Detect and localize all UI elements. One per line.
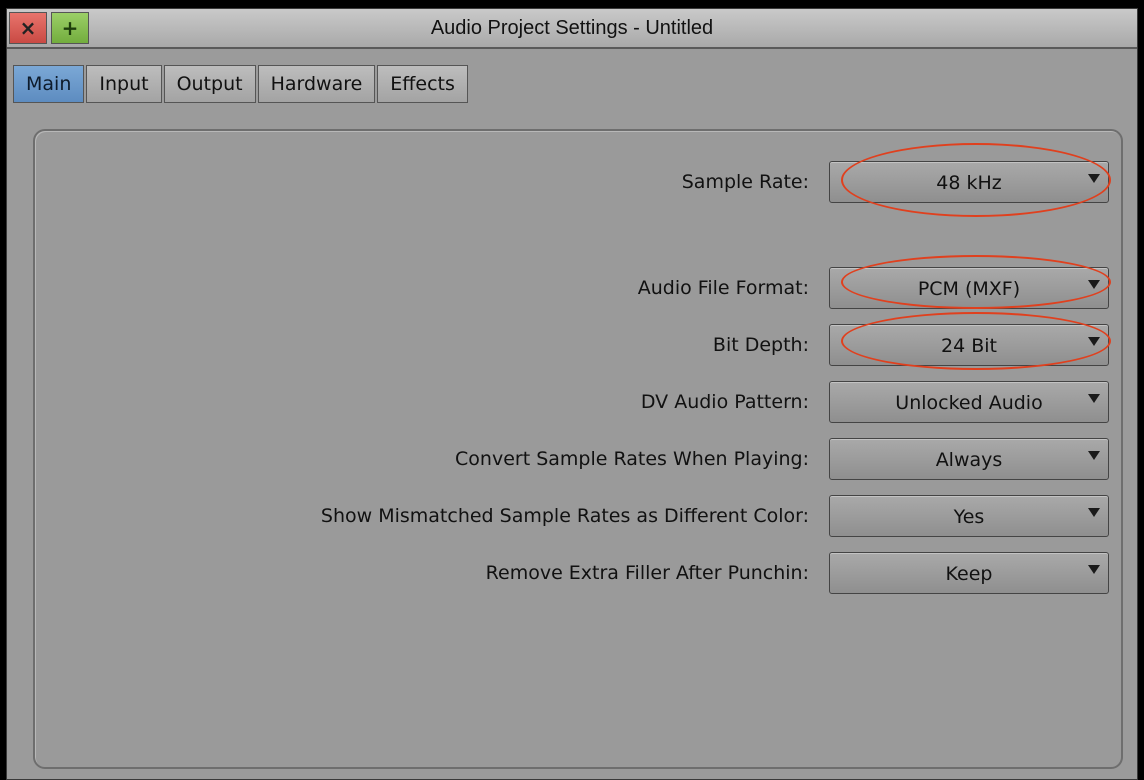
convert-sample-rates-dropdown[interactable]: Always [829,438,1109,480]
chevron-down-icon [1088,174,1100,183]
audio-file-format-value: PCM (MXF) [917,278,1021,300]
dv-audio-pattern-label: DV Audio Pattern: [640,391,809,413]
chevron-down-icon [1088,280,1100,289]
dv-audio-pattern-value: Unlocked Audio [895,392,1043,414]
show-mismatched-dropdown[interactable]: Yes [829,495,1109,537]
sample-rate-value: 48 kHz [936,172,1002,194]
settings-panel: Sample Rate: 48 kHz Audio File Format: P… [33,129,1123,769]
tab-bar: Main Input Output Hardware Effects [13,65,470,105]
convert-sample-rates-label: Convert Sample Rates When Playing: [455,448,809,470]
remove-filler-label: Remove Extra Filler After Punchin: [485,562,809,584]
convert-sample-rates-row: Convert Sample Rates When Playing: Alway… [35,438,1121,482]
chevron-down-icon [1088,451,1100,460]
bit-depth-value: 24 Bit [941,335,997,357]
tab-input[interactable]: Input [86,65,162,103]
show-mismatched-label: Show Mismatched Sample Rates as Differen… [320,505,809,527]
chevron-down-icon [1088,394,1100,403]
tab-output[interactable]: Output [163,65,256,103]
window-title: Audio Project Settings - Untitled [430,17,714,39]
remove-filler-dropdown[interactable]: Keep [829,552,1109,594]
tab-main[interactable]: Main [13,65,85,103]
sample-rate-dropdown[interactable]: 48 kHz [829,161,1109,203]
settings-window: × + Audio Project Settings - Untitled Ma… [6,8,1138,780]
dv-audio-pattern-row: DV Audio Pattern: Unlocked Audio [35,381,1121,425]
remove-filler-row: Remove Extra Filler After Punchin: Keep [35,552,1121,596]
show-mismatched-value: Yes [953,506,985,528]
tab-hardware[interactable]: Hardware [257,65,376,103]
tab-effects[interactable]: Effects [377,65,468,103]
audio-file-format-dropdown[interactable]: PCM (MXF) [829,267,1109,309]
title-bar[interactable]: × + Audio Project Settings - Untitled [7,9,1137,49]
bit-depth-label: Bit Depth: [712,334,809,356]
sample-rate-label: Sample Rate: [681,171,809,193]
convert-sample-rates-value: Always [935,449,1003,471]
chevron-down-icon [1088,337,1100,346]
dv-audio-pattern-dropdown[interactable]: Unlocked Audio [829,381,1109,423]
bit-depth-dropdown[interactable]: 24 Bit [829,324,1109,366]
audio-file-format-label: Audio File Format: [637,277,809,299]
audio-file-format-row: Audio File Format: PCM (MXF) [35,267,1121,311]
chevron-down-icon [1088,565,1100,574]
remove-filler-value: Keep [945,563,993,585]
bit-depth-row: Bit Depth: 24 Bit [35,324,1121,368]
sample-rate-row: Sample Rate: 48 kHz [35,161,1121,205]
show-mismatched-row: Show Mismatched Sample Rates as Differen… [35,495,1121,539]
chevron-down-icon [1088,508,1100,517]
